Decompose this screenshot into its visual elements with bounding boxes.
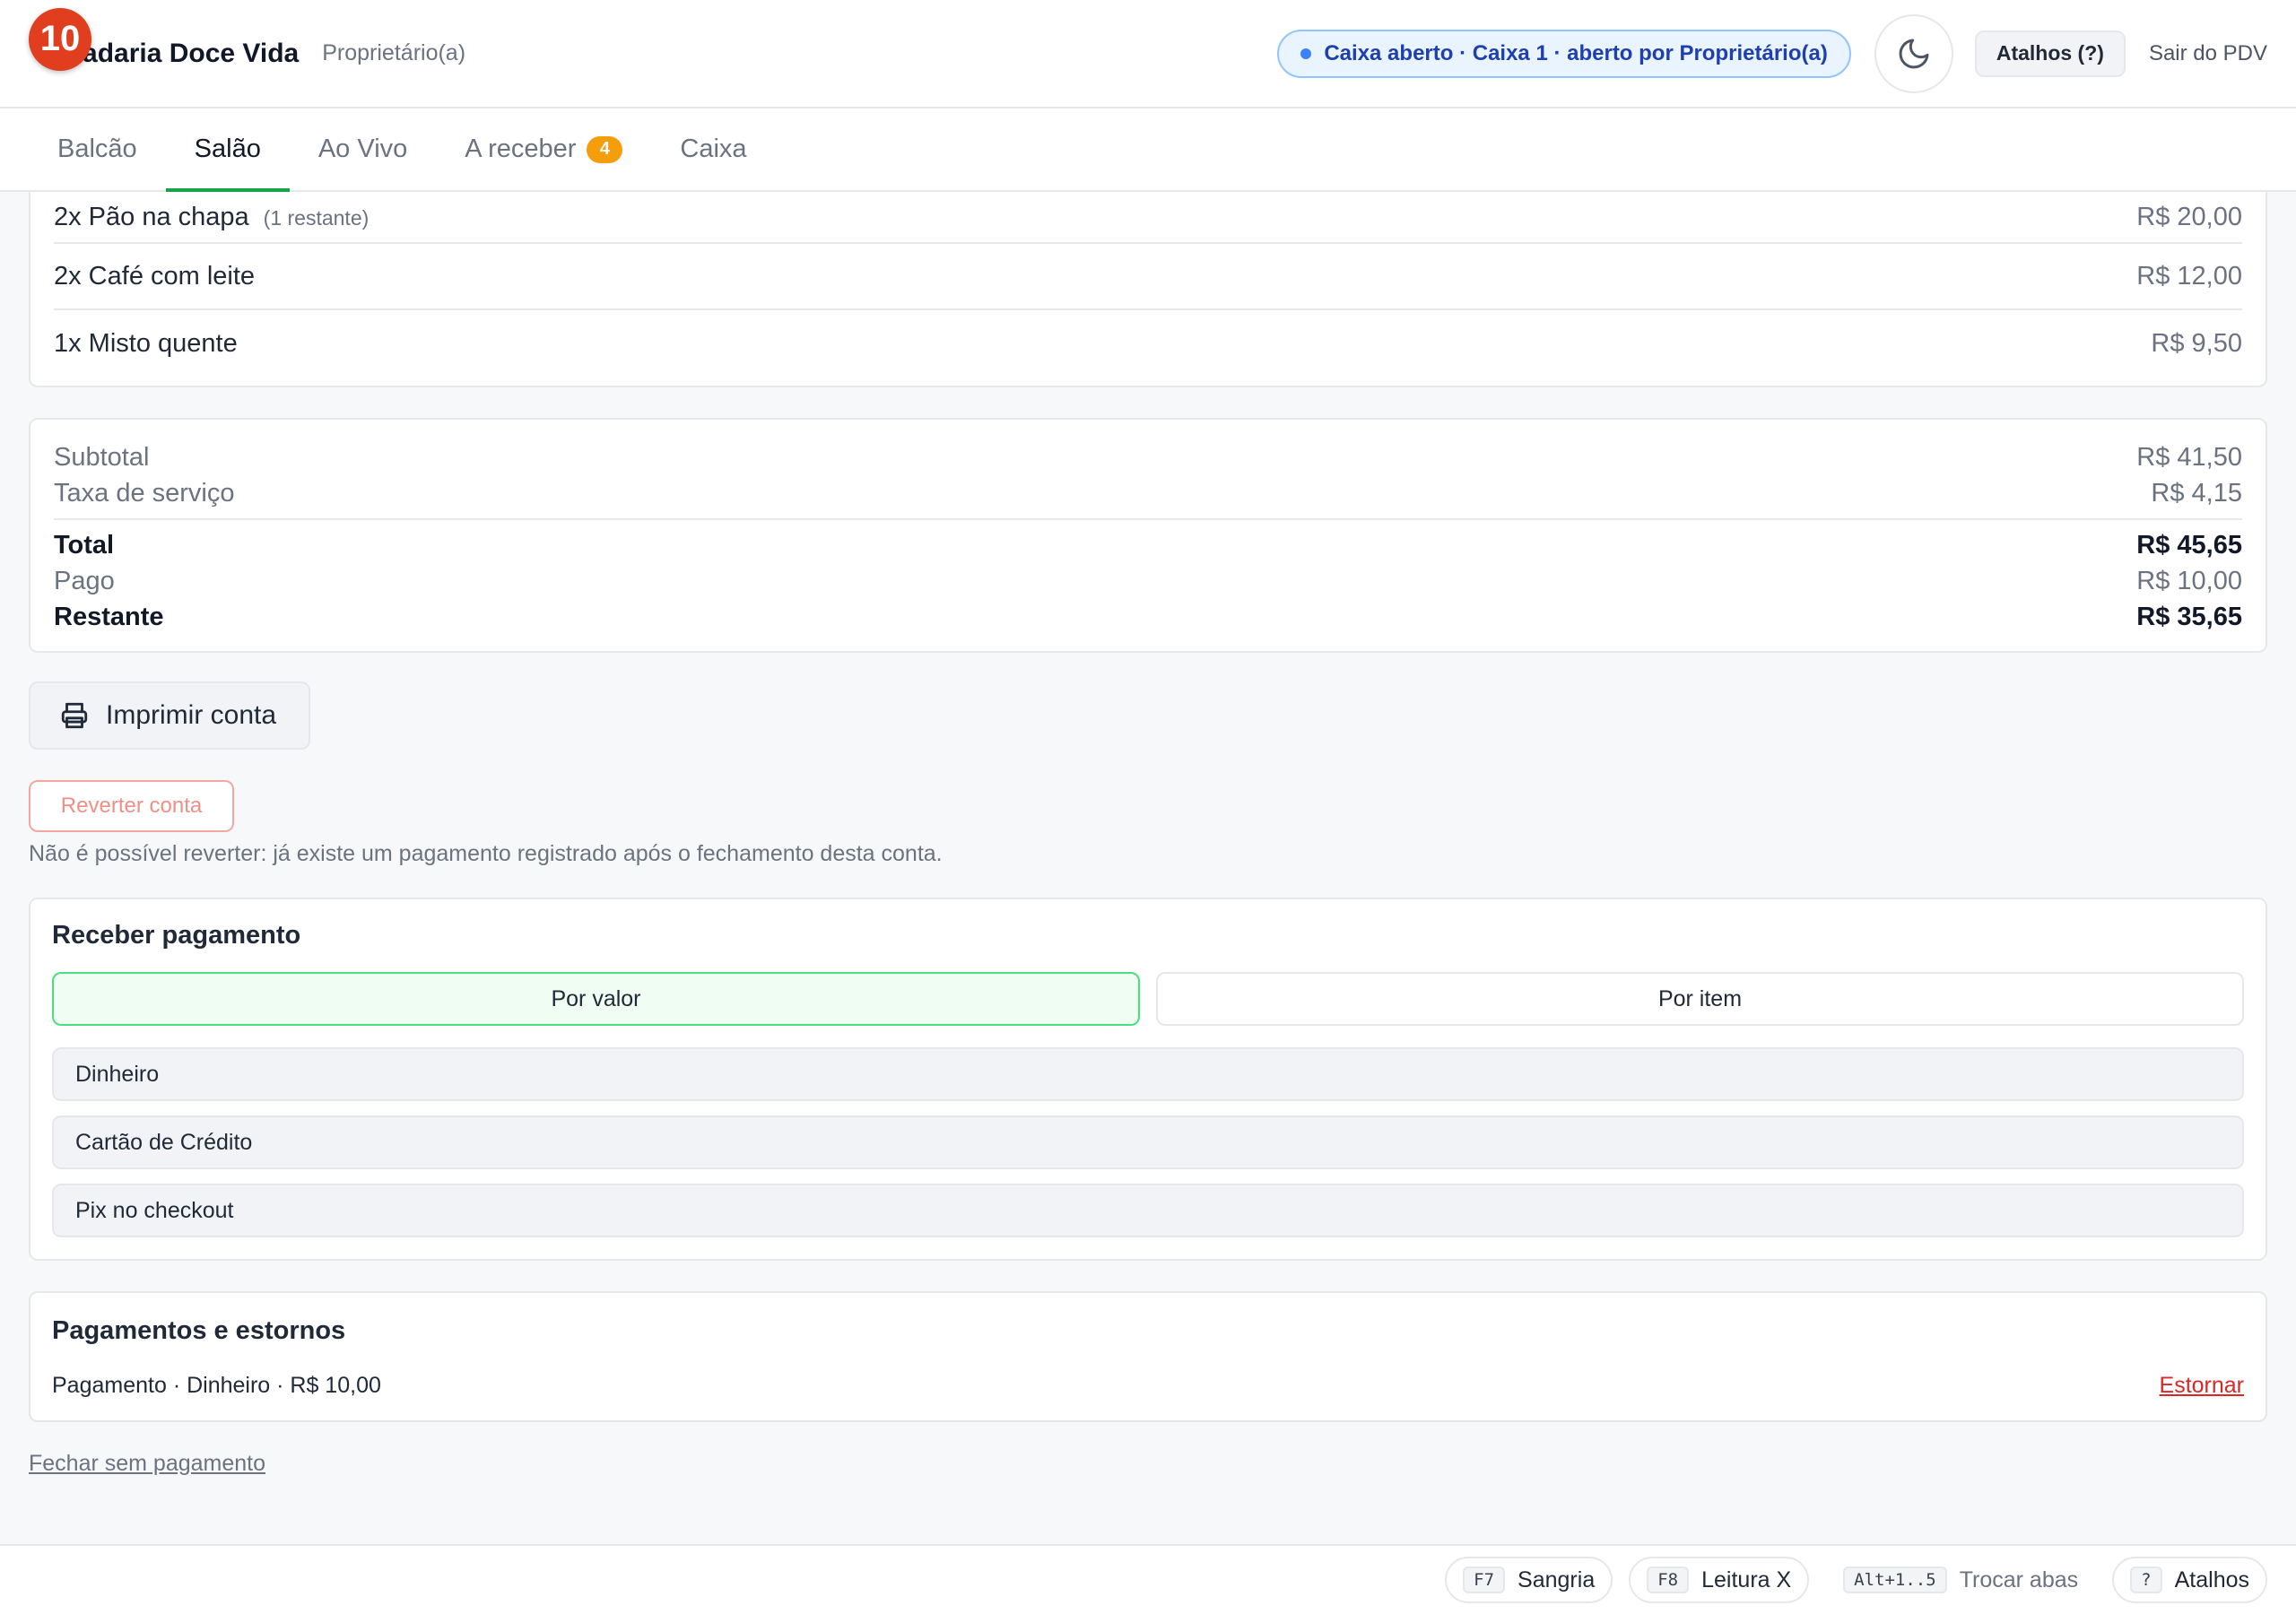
- payments-history-card: Pagamentos e estornos Pagamento · Dinhei…: [29, 1291, 2267, 1422]
- brand-name: Padaria Doce Vida: [65, 38, 300, 68]
- tab-caixa[interactable]: Caixa: [651, 108, 775, 190]
- item-remaining-note: (1 restante): [263, 205, 370, 230]
- shortcut-atalhos[interactable]: ? Atalhos: [2112, 1557, 2267, 1603]
- shortcut-sangria[interactable]: F7 Sangria: [1445, 1557, 1613, 1603]
- remaining-row: Restante R$ 35,65: [54, 599, 2242, 635]
- shortcut-key: F8: [1647, 1566, 1690, 1593]
- notification-badge[interactable]: 10: [29, 7, 91, 71]
- close-without-payment-link[interactable]: Fechar sem pagamento: [29, 1451, 265, 1477]
- order-item-row: 2x Café com leite R$ 12,00: [54, 244, 2242, 310]
- revert-disabled-note: Não é possível reverter: já existe um pa…: [29, 841, 943, 866]
- brand: 10 Padaria Doce Vida Proprietário(a): [29, 7, 466, 71]
- tab-a-receber[interactable]: A receber 4: [436, 108, 651, 190]
- paid-label: Pago: [54, 566, 115, 595]
- main-content: 2x Pão na chapa (1 restante) R$ 20,00 2x …: [29, 192, 2267, 1477]
- item-name: 2x Café com leite: [54, 261, 256, 291]
- service-fee-value: R$ 4,15: [2151, 478, 2242, 508]
- totals-divider: [54, 518, 2242, 520]
- receive-payment-card: Receber pagamento Por valor Por item Din…: [29, 898, 2267, 1261]
- subtotal-row: Subtotal R$ 41,50: [54, 439, 2242, 475]
- paid-row: Pago R$ 10,00: [54, 563, 2242, 599]
- shortcut-key: ?: [2130, 1566, 2162, 1593]
- print-bill-label: Imprimir conta: [106, 700, 277, 730]
- exit-pdv-link[interactable]: Sair do PDV: [2149, 41, 2267, 66]
- tab-balcao[interactable]: Balcão: [29, 108, 166, 190]
- main-tabs: Balcão Salão Ao Vivo A receber 4 Caixa: [0, 108, 2296, 192]
- print-bill-button[interactable]: Imprimir conta: [29, 681, 310, 750]
- item-price: R$ 12,00: [2136, 261, 2242, 291]
- tab-a-receber-label: A receber: [465, 134, 577, 163]
- subtotal-value: R$ 41,50: [2136, 442, 2242, 472]
- method-pix-button[interactable]: Pix no checkout: [52, 1184, 2244, 1237]
- theme-toggle-button[interactable]: [1874, 13, 1953, 93]
- mode-by-value-button[interactable]: Por valor: [52, 972, 1140, 1026]
- total-row: Total R$ 45,65: [54, 527, 2242, 563]
- shortcut-switch-tabs: Alt+1..5 Trocar abas: [1825, 1557, 2096, 1603]
- shortcut-label: Sangria: [1518, 1566, 1596, 1592]
- status-dot-icon: [1300, 48, 1312, 59]
- moon-icon: [1899, 39, 1929, 68]
- item-price: R$ 9,50: [2151, 328, 2242, 358]
- shortcut-key: F7: [1463, 1566, 1506, 1593]
- service-fee-row: Taxa de serviço R$ 4,15: [54, 475, 2242, 511]
- total-value: R$ 45,65: [2136, 530, 2242, 560]
- shortcut-leitura-x[interactable]: F8 Leitura X: [1629, 1557, 1810, 1603]
- shortcut-label: Leitura X: [1701, 1566, 1792, 1592]
- method-cash-button[interactable]: Dinheiro: [52, 1047, 2244, 1101]
- mode-by-item-button[interactable]: Por item: [1156, 972, 2244, 1026]
- remaining-value: R$ 35,65: [2136, 602, 2242, 631]
- payments-history-title: Pagamentos e estornos: [52, 1316, 346, 1345]
- order-item-row: 1x Misto quente R$ 9,50: [54, 310, 2242, 377]
- shortcuts-button[interactable]: Atalhos (?): [1974, 30, 2126, 77]
- total-label: Total: [54, 530, 115, 560]
- item-price: R$ 20,00: [2136, 202, 2242, 231]
- revert-bill-button[interactable]: Reverter conta: [29, 780, 234, 832]
- user-role: Proprietário(a): [322, 40, 466, 65]
- subtotal-label: Subtotal: [54, 442, 150, 472]
- caixa-status-text: Caixa aberto · Caixa 1 · aberto por Prop…: [1324, 40, 1828, 65]
- shortcut-label: Trocar abas: [1959, 1566, 2079, 1592]
- receive-payment-title: Receber pagamento: [52, 921, 301, 950]
- totals-card: Subtotal R$ 41,50 Taxa de serviço R$ 4,1…: [29, 418, 2267, 653]
- item-name: 1x Misto quente: [54, 328, 238, 358]
- tab-count-badge: 4: [587, 135, 623, 163]
- top-header: 10 Padaria Doce Vida Proprietário(a) Cai…: [0, 0, 2296, 108]
- order-items-card: 2x Pão na chapa (1 restante) R$ 20,00 2x …: [29, 192, 2267, 387]
- payment-mode-selector: Por valor Por item: [52, 972, 2244, 1026]
- order-item-row: 2x Pão na chapa (1 restante) R$ 20,00: [54, 192, 2242, 244]
- method-credit-card-button[interactable]: Cartão de Crédito: [52, 1115, 2244, 1169]
- shortcut-key: Alt+1..5: [1843, 1566, 1947, 1593]
- payment-entry-row: Pagamento · Dinheiro · R$ 10,00 Estornar: [52, 1373, 2244, 1399]
- item-name: 2x Pão na chapa: [54, 202, 249, 231]
- caixa-status-pill[interactable]: Caixa aberto · Caixa 1 · aberto por Prop…: [1277, 29, 1851, 78]
- header-actions: Caixa aberto · Caixa 1 · aberto por Prop…: [1277, 13, 2267, 93]
- item-name-wrap: 2x Pão na chapa (1 restante): [54, 203, 369, 232]
- tab-salao[interactable]: Salão: [165, 108, 291, 192]
- printer-icon: [61, 702, 88, 729]
- shortcut-label: Atalhos: [2174, 1566, 2249, 1592]
- tab-ao-vivo[interactable]: Ao Vivo: [290, 108, 436, 190]
- paid-value: R$ 10,00: [2136, 566, 2242, 595]
- service-fee-label: Taxa de serviço: [54, 478, 235, 508]
- shortcut-footer: F7 Sangria F8 Leitura X Alt+1..5 Trocar …: [0, 1544, 2296, 1614]
- payment-entry-text: Pagamento · Dinheiro · R$ 10,00: [52, 1373, 381, 1398]
- remaining-label: Restante: [54, 602, 164, 631]
- refund-link[interactable]: Estornar: [2160, 1373, 2244, 1399]
